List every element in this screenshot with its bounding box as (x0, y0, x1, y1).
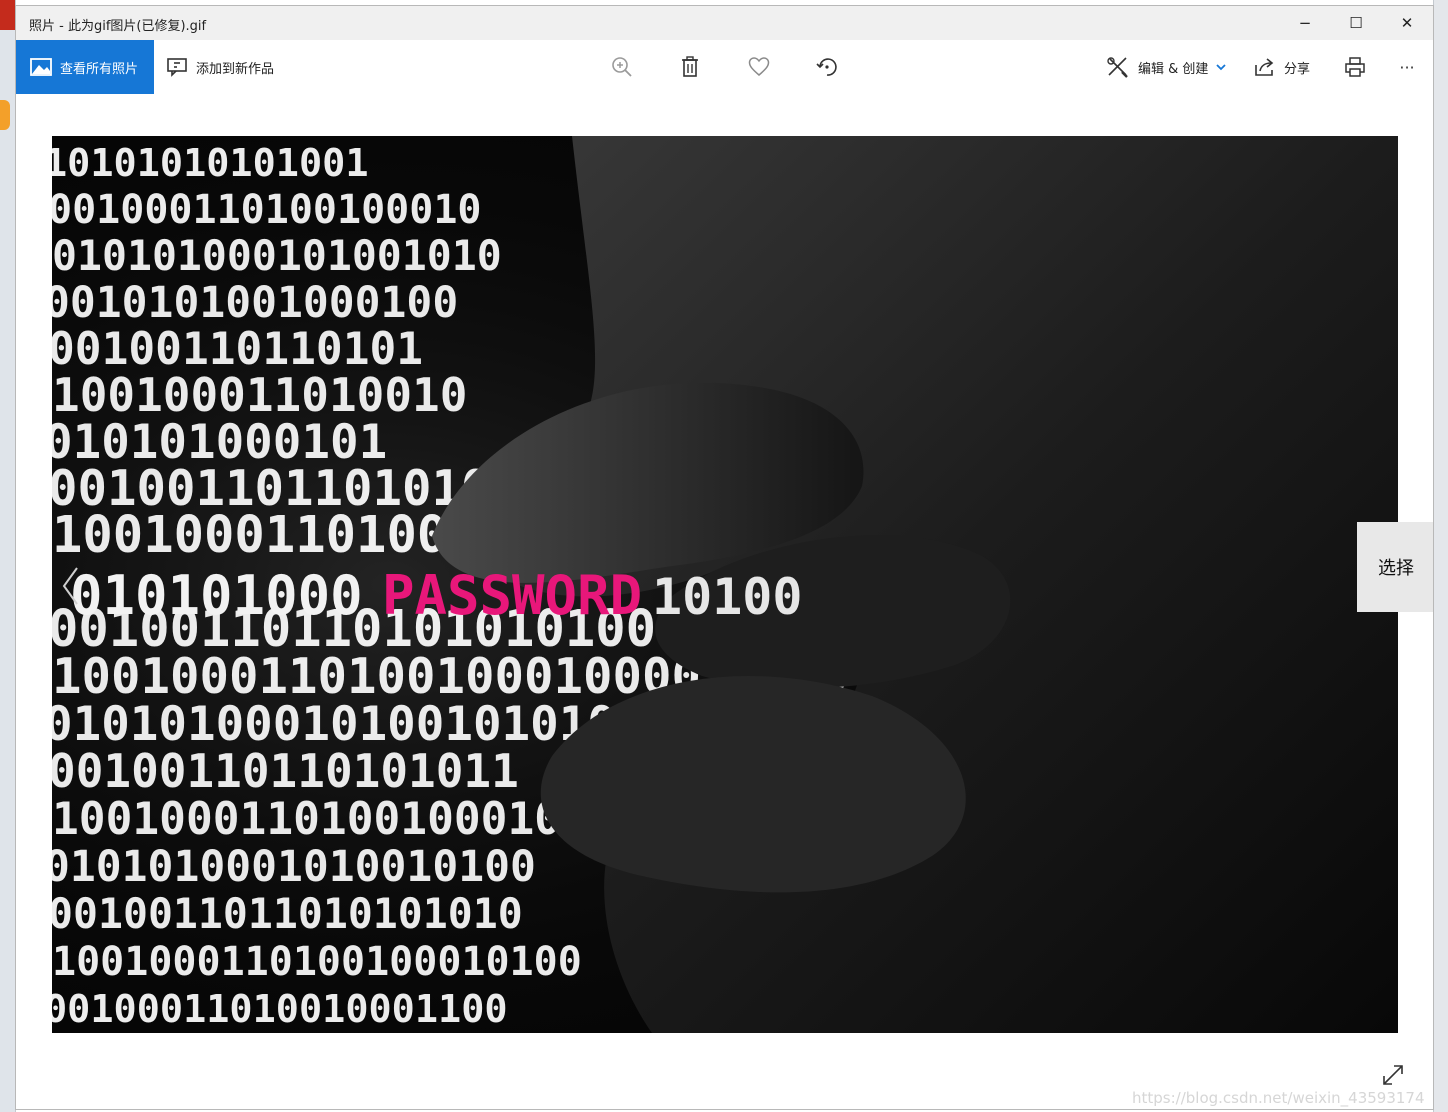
favorite-button[interactable] (742, 51, 776, 83)
edit-create-label: 编辑 & 创建 (1138, 61, 1209, 77)
close-button[interactable]: ✕ (1384, 6, 1430, 40)
password-text: PASSWORD (382, 564, 642, 627)
chevron-left-icon (62, 567, 78, 605)
add-to-creation-label: 添加到新作品 (196, 61, 275, 77)
add-creation-icon (167, 58, 187, 77)
share-button[interactable]: 分享 (1254, 40, 1310, 94)
edit-create-button[interactable]: 编辑 & 创建 (1106, 40, 1227, 94)
binary-middle-right: 10100 (652, 568, 803, 626)
trash-icon (682, 56, 698, 77)
password-hacker-photo: 1010101010100100100011010010001001010100… (52, 136, 1398, 1033)
desktop-red-strip (0, 0, 15, 30)
chevron-down-icon (1216, 64, 1227, 71)
desktop-orange-tab (0, 100, 10, 130)
add-to-creation-button[interactable]: 添加到新作品 (166, 40, 274, 94)
share-label: 分享 (1284, 61, 1311, 77)
maximize-button[interactable]: ☐ (1333, 6, 1379, 40)
edit-create-icon (1107, 57, 1128, 78)
rotate-button[interactable] (810, 51, 844, 83)
view-all-photos-button[interactable]: 查看所有照片 (16, 40, 154, 94)
photos-app-window: 照片 - 此为gif图片(已修复).gif − ☐ ✕ 查看所有照片 添加到新作… (15, 5, 1434, 1110)
photo-gallery-icon (30, 58, 52, 76)
photo-viewer-image: 1010101010100100100011010010001001010100… (52, 136, 1398, 1033)
desktop-right-edge (1433, 0, 1448, 1112)
select-button[interactable]: 选择 (1357, 522, 1433, 612)
share-icon (1255, 58, 1274, 76)
heart-icon (748, 57, 770, 76)
toolbar: 查看所有照片 添加到新作品 编辑 & 创建 分享 ··· (16, 40, 1433, 94)
watermark-text: https://blog.csdn.net/weixin_43593174 (1132, 1089, 1425, 1107)
view-all-photos-label: 查看所有照片 (60, 61, 139, 77)
window-title: 照片 - 此为gif图片(已修复).gif (29, 19, 207, 34)
print-button[interactable] (1338, 51, 1372, 83)
print-icon (1345, 57, 1365, 77)
binary-middle-left: 010101000 (70, 564, 363, 627)
rotate-icon (816, 58, 837, 76)
minimize-button[interactable]: − (1282, 6, 1328, 40)
expand-icon[interactable] (1380, 1062, 1406, 1088)
zoom-in-icon (612, 57, 632, 77)
delete-button[interactable] (673, 51, 707, 83)
title-bar: 照片 - 此为gif图片(已修复).gif − ☐ ✕ (16, 6, 1433, 40)
more-options-button[interactable]: ··· (1390, 51, 1424, 83)
zoom-in-button[interactable] (605, 51, 639, 83)
desktop-left-edge (0, 0, 16, 1112)
previous-photo-button[interactable] (56, 561, 86, 611)
